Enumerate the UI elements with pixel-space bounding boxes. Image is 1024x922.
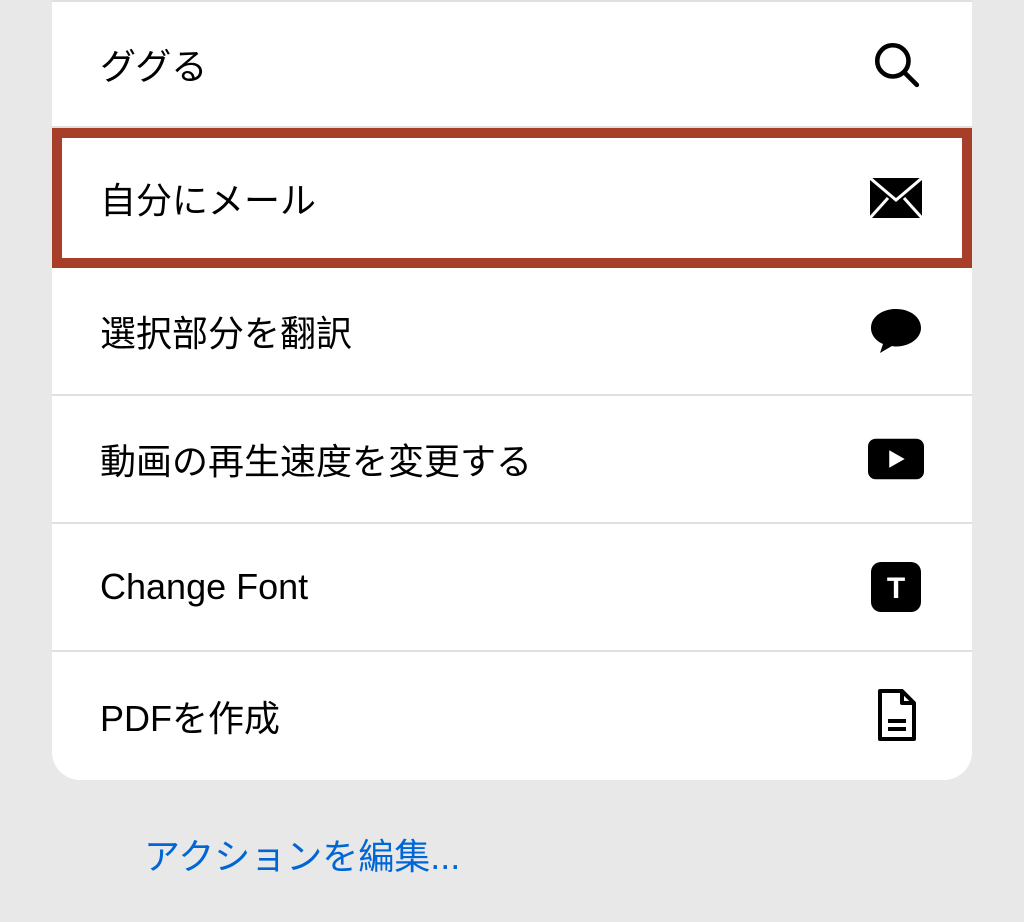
action-label: ググる: [100, 38, 207, 90]
chat-icon: [868, 303, 924, 359]
search-icon: [868, 36, 924, 92]
action-label: Change Font: [100, 566, 308, 608]
action-label: 選択部分を翻訳: [100, 305, 352, 357]
svg-text:T: T: [887, 572, 905, 605]
action-sheet: ググる 自分にメール 選択部分を翻訳 動画の再生速度を変更する: [52, 0, 972, 780]
action-label: PDFを作成: [100, 690, 280, 742]
action-row-change-font[interactable]: Change Font T: [52, 524, 972, 652]
edit-actions-link[interactable]: アクションを編集...: [144, 836, 460, 877]
action-row-google[interactable]: ググる: [52, 0, 972, 128]
action-label: 自分にメール: [100, 172, 316, 224]
document-icon: [868, 688, 924, 744]
text-icon: T: [868, 559, 924, 615]
footer: アクションを編集...: [96, 790, 508, 922]
action-row-create-pdf[interactable]: PDFを作成: [52, 652, 972, 780]
mail-icon: [868, 170, 924, 226]
action-label: 動画の再生速度を変更する: [100, 433, 532, 485]
action-row-translate[interactable]: 選択部分を翻訳: [52, 268, 972, 396]
action-row-video-speed[interactable]: 動画の再生速度を変更する: [52, 396, 972, 524]
video-icon: [868, 431, 924, 487]
action-row-mail-self[interactable]: 自分にメール: [52, 128, 972, 268]
